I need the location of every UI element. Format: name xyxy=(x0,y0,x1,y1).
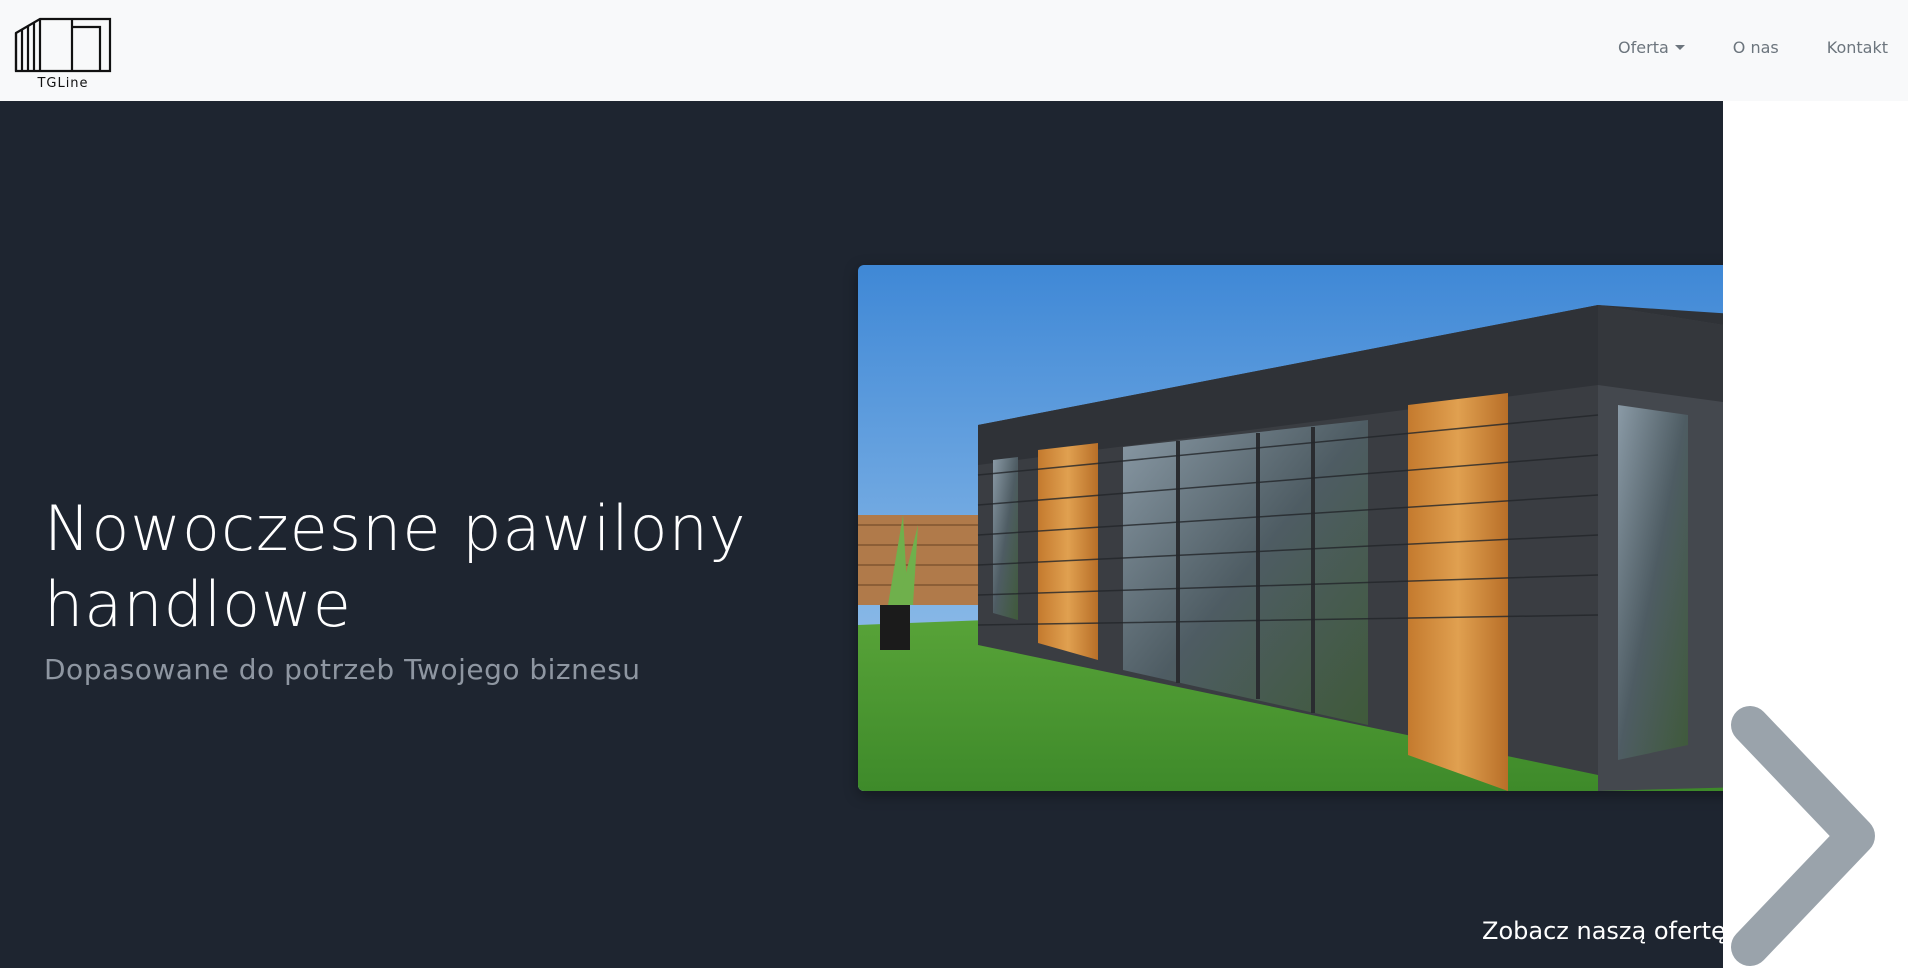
brand-logo[interactable]: TGLine xyxy=(14,13,112,91)
pavilion-illustration xyxy=(858,265,1723,791)
hero-title: Nowoczesne pawilony handlowe xyxy=(44,492,747,641)
navbar: TGLine Oferta O nas Kontakt xyxy=(0,0,1908,101)
chevron-right-icon[interactable] xyxy=(1728,705,1878,967)
nav-item-label: Kontakt xyxy=(1826,38,1888,57)
nav-item-kontakt[interactable]: Kontakt xyxy=(1827,38,1888,57)
nav-item-oferta[interactable]: Oferta xyxy=(1618,38,1685,57)
svg-text:TGLine: TGLine xyxy=(36,76,88,91)
hero-section: Nowoczesne pawilony handlowe Dopasowane … xyxy=(0,101,1723,968)
main-nav: Oferta O nas Kontakt xyxy=(1618,38,1888,57)
nav-item-label: Oferta xyxy=(1618,38,1669,57)
nav-item-o-nas[interactable]: O nas xyxy=(1733,38,1779,57)
pavilion-image xyxy=(858,265,1723,791)
caret-down-icon xyxy=(1674,45,1685,50)
hero-subtitle: Dopasowane do potrzeb Twojego biznesu xyxy=(44,653,641,686)
container-icon: TGLine xyxy=(14,17,112,91)
nav-item-label: O nas xyxy=(1732,38,1779,57)
see-offer-link[interactable]: Zobacz naszą ofertę xyxy=(1482,917,1723,945)
